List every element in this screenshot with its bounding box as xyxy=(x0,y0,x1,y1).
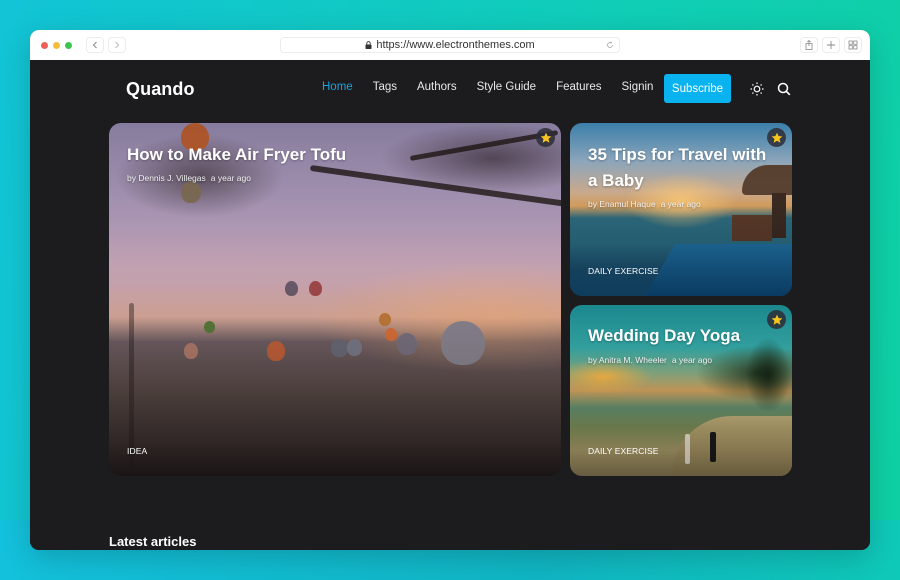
minimize-window-button[interactable] xyxy=(53,41,60,49)
post-title[interactable]: Wedding Day Yoga xyxy=(588,323,740,349)
nav-authors[interactable]: Authors xyxy=(417,81,457,93)
post-title[interactable]: How to Make Air Fryer Tofu xyxy=(127,142,346,168)
nav-tags[interactable]: Tags xyxy=(373,81,397,93)
history-buttons xyxy=(86,37,126,53)
tab-overview-button[interactable] xyxy=(844,37,862,53)
chevron-left-icon xyxy=(92,41,97,49)
forward-button[interactable] xyxy=(108,37,126,53)
chevron-right-icon xyxy=(115,41,120,49)
back-button[interactable] xyxy=(86,37,104,53)
post-author[interactable]: by Anitra M. Wheeler xyxy=(588,355,667,365)
post-time: a year ago xyxy=(660,199,701,209)
featured-badge xyxy=(536,128,555,147)
browser-toolbar: https://www.electronthemes.com xyxy=(30,30,870,60)
address-bar[interactable]: https://www.electronthemes.com xyxy=(280,37,620,53)
close-window-button[interactable] xyxy=(41,41,48,49)
star-icon xyxy=(540,132,551,143)
nav-home[interactable]: Home xyxy=(322,81,353,93)
search-icon[interactable] xyxy=(777,82,791,96)
post-time: a year ago xyxy=(671,355,713,365)
featured-post-card[interactable]: Wedding Day Yoga by Anitra M. Wheeler a y… xyxy=(570,305,792,476)
featured-badge xyxy=(767,310,786,329)
nav-signin[interactable]: Signin xyxy=(621,81,653,93)
new-tab-button[interactable] xyxy=(822,37,840,53)
featured-badge xyxy=(767,128,786,147)
post-author[interactable]: by Dennis J. Villegas xyxy=(127,173,206,183)
post-time: a year ago xyxy=(210,173,251,183)
browser-window: https://www.electronthemes.com Quando Ho… xyxy=(30,30,870,550)
featured-post-card[interactable]: 35 Tips for Travel with a Baby by Enamul… xyxy=(570,123,792,296)
subscribe-button[interactable]: Subscribe xyxy=(664,74,731,103)
post-title[interactable]: 35 Tips for Travel with a Baby xyxy=(588,142,778,194)
featured-post-card[interactable]: How to Make Air Fryer Tofu by Dennis J. … xyxy=(109,123,561,476)
post-tag[interactable]: DAILY EXERCISE xyxy=(588,266,659,276)
browser-actions xyxy=(800,37,862,53)
post-tag[interactable]: DAILY EXERCISE xyxy=(588,446,659,456)
main-nav: Home Tags Authors Style Guide Features S… xyxy=(322,81,673,93)
zoom-window-button[interactable] xyxy=(65,41,72,49)
website: Quando Home Tags Authors Style Guide Fea… xyxy=(30,60,870,550)
nav-features[interactable]: Features xyxy=(556,81,601,93)
share-button[interactable] xyxy=(800,37,818,53)
grid-icon xyxy=(848,40,858,50)
post-tag[interactable]: IDEA xyxy=(127,446,147,456)
reload-icon[interactable] xyxy=(606,41,614,49)
plus-icon xyxy=(827,41,835,49)
latest-articles-heading: Latest articles xyxy=(109,534,197,549)
site-logo[interactable]: Quando xyxy=(126,79,195,100)
url-text: https://www.electronthemes.com xyxy=(376,39,535,51)
post-meta: by Anitra M. Wheeler a year ago xyxy=(588,355,712,365)
post-meta: by Dennis J. Villegas a year ago xyxy=(127,173,251,183)
share-icon xyxy=(805,40,813,50)
sun-icon[interactable] xyxy=(750,82,764,96)
window-controls xyxy=(41,41,72,49)
post-meta: by Enamul Haque a year ago xyxy=(588,199,701,209)
star-icon xyxy=(771,314,782,325)
nav-style-guide[interactable]: Style Guide xyxy=(477,81,536,93)
post-author[interactable]: by Enamul Haque xyxy=(588,199,656,209)
star-icon xyxy=(771,132,782,143)
lock-icon xyxy=(365,41,372,49)
